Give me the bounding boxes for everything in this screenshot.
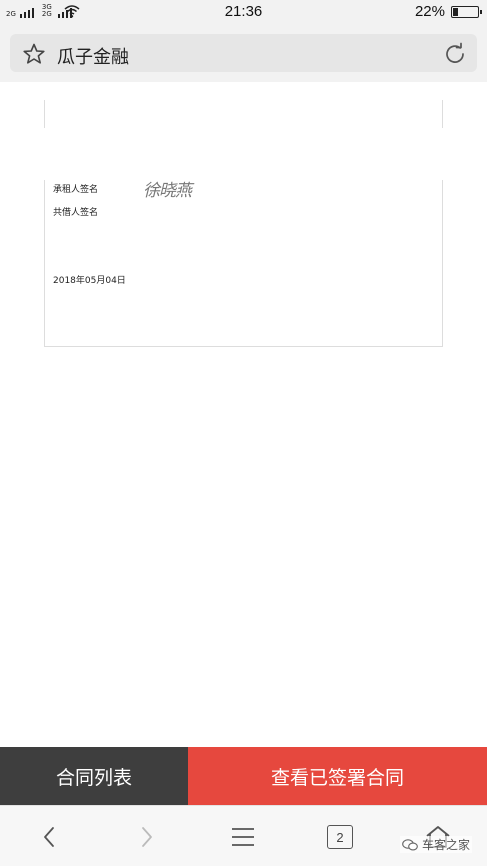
contract-signature-section: 承租人签名 徐晓燕 共借人签名 2018年05月04日	[44, 180, 443, 347]
battery-percent: 22%	[414, 3, 445, 20]
chevron-right-icon[interactable]	[132, 823, 160, 851]
battery-level-fill	[453, 8, 458, 16]
view-signed-contract-button[interactable]: 查看已签署合同	[188, 747, 487, 805]
co-borrower-signature-label: 共借人签名	[53, 208, 99, 218]
contract-date: 2018年05月04日	[53, 276, 126, 286]
menu-icon[interactable]	[229, 823, 257, 851]
page-title: 瓜子金融	[57, 47, 129, 68]
watermark: 车客之家	[400, 836, 473, 853]
browser-bottom-nav: 2 车客之家	[0, 805, 487, 866]
title-pill[interactable]: 瓜子金融	[10, 34, 477, 72]
chevron-left-icon[interactable]	[36, 823, 64, 851]
lessee-signature-label: 承租人签名	[53, 185, 99, 195]
document-upper-edge	[44, 100, 443, 128]
action-bar: 合同列表 查看已签署合同	[0, 747, 487, 805]
status-time: 21:36	[224, 3, 263, 20]
watermark-text: 车客之家	[422, 838, 471, 852]
contract-list-button[interactable]: 合同列表	[0, 747, 188, 805]
status-bar: 2G 3G 2G 21:36 22%	[0, 0, 487, 24]
tabs-count-button[interactable]: 2	[327, 825, 353, 849]
wechat-icon	[402, 838, 418, 850]
star-icon[interactable]	[22, 42, 46, 66]
battery-icon	[451, 6, 482, 18]
lessee-signature: 徐晓燕	[143, 181, 192, 201]
refresh-icon[interactable]	[443, 42, 467, 66]
browser-title-bar: 瓜子金融	[0, 24, 487, 82]
